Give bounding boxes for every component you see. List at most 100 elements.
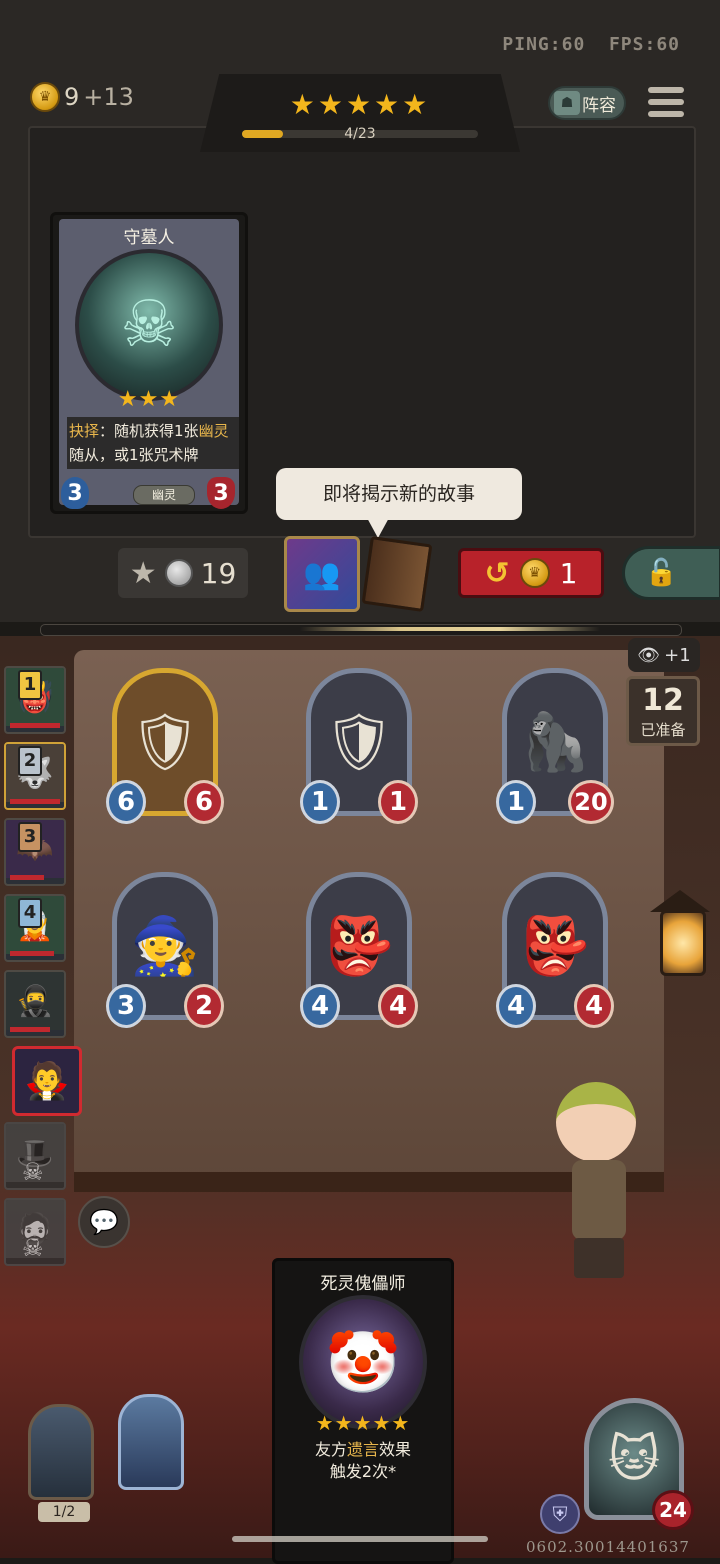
refresh-icon: ↺ <box>484 555 510 591</box>
vision-bonus-value: +1 <box>664 644 691 666</box>
board-minion[interactable]: 🛡 6 6 <box>104 668 226 828</box>
story-book-icon <box>361 536 433 612</box>
story-area[interactable]: 👥 <box>284 536 434 612</box>
minion-attack: 4 <box>300 984 340 1028</box>
lineup-button[interactable]: ☗ 阵容 <box>548 86 626 120</box>
minion-health: 1 <box>378 780 418 824</box>
minion-health: 6 <box>184 780 224 824</box>
board-minion[interactable]: 🦍 1 20 <box>494 668 616 828</box>
player-hero-highlight[interactable]: 🧛 <box>12 1046 82 1116</box>
lock-shop-button[interactable]: 🔓 <box>622 546 720 600</box>
minion-health: 4 <box>378 984 418 1028</box>
card-attack: 3 <box>61 477 89 509</box>
hero-health-bar <box>10 1027 50 1032</box>
hero-health-bar <box>10 951 54 956</box>
shop-minion-card[interactable]: 守墓人 ☠ ★★★ 抉择：随机获得1张幽灵随从，或1张咒术牌 3 幽灵 3 <box>50 212 248 514</box>
player-hero-portrait-icon: 🧛 <box>24 1061 70 1102</box>
avatar-head <box>556 1082 636 1162</box>
lineup-label: 阵容 <box>582 95 616 116</box>
card-name: 死灵傀儡师 <box>320 1274 406 1294</box>
minion-attack: 1 <box>496 780 536 824</box>
hero-rank: 4 <box>18 898 42 928</box>
card-text-part: 友方 <box>314 1440 347 1459</box>
card-text: 抉择：随机获得1张幽灵随从，或1张咒术牌 <box>67 417 239 469</box>
board-minion[interactable]: 👺 4 4 <box>494 872 616 1032</box>
player-health: 24 <box>652 1490 694 1530</box>
menu-icon-bar <box>648 87 684 93</box>
minion-attack: 3 <box>106 984 146 1028</box>
opponent-hero[interactable]: 🦇 3 <box>4 818 66 886</box>
chat-button[interactable]: 💬 <box>78 1196 130 1248</box>
hero-portrait-icon: 🥷 <box>6 972 64 1030</box>
home-indicator[interactable] <box>232 1536 488 1542</box>
necro-puppeteer-clown-icon: 🤡 <box>299 1295 427 1429</box>
menu-button[interactable] <box>648 84 684 120</box>
upgrade-star-icon: ★ <box>129 555 157 591</box>
gold-coin-icon: ♛ <box>519 558 550 588</box>
card-tribe-tag: 幽灵 <box>133 485 195 505</box>
cat-hero-icon: 🐱 <box>607 1430 661 1488</box>
card-name: 守墓人 <box>123 228 175 248</box>
opponent-hero-eliminated[interactable]: 🧔 ☠ <box>4 1198 66 1266</box>
network-stats: PING:60 FPS:60 <box>502 34 680 55</box>
card-text: 友方遗言效果 触发2次* <box>285 1439 441 1483</box>
opponent-hero[interactable]: 🥷 <box>4 970 66 1038</box>
hero-rank: 1 <box>18 670 42 700</box>
speech-bubble-tail <box>366 516 390 538</box>
hero-rank: 2 <box>18 746 42 776</box>
card-keyword: 抉择 <box>69 422 100 440</box>
refresh-shop-button[interactable]: ↺ ♛ 1 <box>458 548 604 598</box>
hero-health-bar <box>10 799 60 804</box>
card-text-part: 触发2次* <box>329 1462 397 1481</box>
upgrade-tavern-button[interactable]: ★ 19 <box>118 548 248 598</box>
hand-card-spell-icon[interactable] <box>118 1394 184 1490</box>
opponent-hero-list: 👹 1 🐺 2 🦇 3 🧝 4 🥷 🎩 ☠ 🧔 ☠ <box>0 664 74 1274</box>
lantern-icon <box>650 880 710 1020</box>
avatar-legs <box>574 1238 624 1278</box>
upgrade-cost: 19 <box>200 556 237 590</box>
card-text-part: 效果 <box>379 1440 412 1459</box>
lock-icon: 🔓 <box>645 558 678 588</box>
lantern-glass <box>660 910 706 976</box>
card-text-part: ：随机获得1张 <box>99 422 199 440</box>
card-keyword: 幽灵 <box>198 422 229 440</box>
opponent-hero[interactable]: 👹 1 <box>4 666 66 734</box>
discover-minion-card[interactable]: 死灵傀儡师 🤡 ★★★★★ 友方遗言效果 触发2次* <box>272 1258 454 1564</box>
skull-icon: ☠ <box>22 1158 44 1186</box>
card-text-part: 随从，或1张咒术牌 <box>69 446 199 464</box>
hero-rank: 3 <box>18 822 42 852</box>
minion-attack: 1 <box>300 780 340 824</box>
hand-count: 1/2 <box>38 1502 90 1522</box>
vision-bonus: 👁 +1 <box>628 638 700 672</box>
minion-attack: 6 <box>106 780 146 824</box>
menu-icon-bar <box>648 111 684 117</box>
hero-health-bar <box>10 875 44 880</box>
opponent-hero[interactable]: 🧝 4 <box>4 894 66 962</box>
skull-icon: ☠ <box>22 1234 44 1262</box>
story-portrait-icon: 👥 <box>284 536 360 612</box>
minion-health: 2 <box>184 984 224 1028</box>
panel-divider-glow <box>300 627 600 631</box>
opponent-hero-eliminated[interactable]: 🎩 ☠ <box>4 1122 66 1190</box>
silver-coin-icon <box>164 559 193 587</box>
player-avatar-character <box>550 1082 650 1282</box>
tavern-progress-text: 4/23 <box>344 126 376 142</box>
board-minion[interactable]: 🧙 3 2 <box>104 872 226 1032</box>
board-minion[interactable]: 🛡 1 1 <box>298 668 420 828</box>
armor-shield-icon: ⛨ <box>540 1494 580 1534</box>
story-speech-bubble: 即将揭示新的故事 <box>276 468 522 520</box>
minion-health: 20 <box>568 780 614 824</box>
hero-health-bar <box>10 723 60 728</box>
board-minion[interactable]: 👺 4 4 <box>298 872 420 1032</box>
ready-count: 12 <box>642 683 684 718</box>
opponent-hero[interactable]: 🐺 2 <box>4 742 66 810</box>
hand-card-knight-icon[interactable] <box>28 1404 94 1500</box>
refresh-cost: 1 <box>559 556 578 590</box>
minion-attack: 4 <box>496 984 536 1028</box>
card-health: 3 <box>207 477 235 509</box>
minion-health: 4 <box>574 984 614 1028</box>
card-keyword: 遗言 <box>346 1440 379 1459</box>
card-tier-stars: ★★★ <box>117 387 181 412</box>
lantern-cap <box>650 890 710 912</box>
eye-icon: 👁 <box>637 644 661 666</box>
